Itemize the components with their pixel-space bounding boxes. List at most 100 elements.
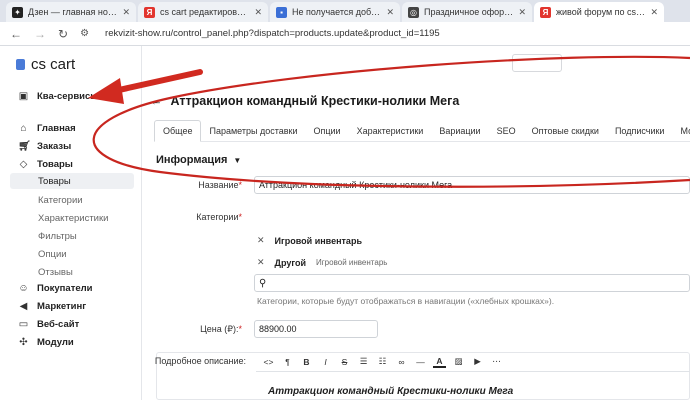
close-icon[interactable]: ✕ bbox=[650, 7, 658, 18]
image-icon[interactable]: ▨ bbox=[452, 355, 465, 368]
bold-icon[interactable]: B bbox=[300, 355, 313, 368]
price-input[interactable]: 88900.00 bbox=[254, 320, 378, 338]
bulleted-list-icon[interactable]: ☰ bbox=[357, 355, 370, 368]
required-mark: * bbox=[238, 324, 242, 334]
bookmark-icon: ▪ bbox=[276, 6, 287, 18]
tab-title: живой форум по cs cart — Ян bbox=[556, 7, 645, 17]
link-icon[interactable]: ∞ bbox=[395, 355, 408, 368]
tab-title: Не получается добавить вклад bbox=[292, 7, 381, 17]
sidebar-item-products[interactable]: ◇ Товары bbox=[10, 156, 134, 172]
description-label: Подробное описание: bbox=[154, 356, 246, 366]
horizontal-rule-icon[interactable]: — bbox=[414, 355, 427, 368]
category-path: Игровой инвентарь bbox=[316, 258, 388, 267]
browser-tab[interactable]: ▪ Не получается добавить вклад ✕ bbox=[270, 2, 400, 22]
remove-icon[interactable]: ✕ bbox=[257, 257, 265, 268]
storefront-switcher[interactable]: ▣ Ква-сервисы bbox=[10, 88, 134, 104]
sidebar-subitem-features[interactable]: Характеристики bbox=[10, 210, 134, 226]
section-title: Информация bbox=[156, 154, 228, 166]
paragraph-icon[interactable]: ¶ bbox=[281, 355, 294, 368]
monitor-icon: ▭ bbox=[18, 318, 29, 330]
sidebar-subitem-reviews[interactable]: Отзывы bbox=[10, 264, 134, 280]
required-mark: * bbox=[238, 212, 242, 222]
logo-mark-icon bbox=[16, 59, 25, 70]
category-item: ✕ Другой Игровой инвентарь bbox=[257, 257, 387, 268]
numbered-list-icon[interactable]: ☷ bbox=[376, 355, 389, 368]
browser-tab[interactable]: ✦ Дзен — главная новостная ин ✕ bbox=[6, 2, 136, 22]
close-icon[interactable]: ✕ bbox=[386, 7, 394, 18]
tab-general[interactable]: Общее bbox=[154, 119, 202, 142]
section-header[interactable]: Информация ▼ bbox=[156, 154, 241, 166]
tab-features[interactable]: Характеристики bbox=[349, 120, 432, 142]
forward-arrow-icon[interactable]: → bbox=[34, 27, 46, 41]
close-icon[interactable]: ✕ bbox=[518, 7, 526, 18]
code-view-icon[interactable]: <> bbox=[262, 355, 275, 368]
browser-tab[interactable]: ◎ Праздничное оформление гос ✕ bbox=[402, 2, 532, 22]
remove-icon[interactable]: ✕ bbox=[257, 235, 265, 246]
page-title: ← Аттракцион командный Крестики-нолики Ме… bbox=[150, 94, 459, 108]
back-arrow-icon[interactable]: ← bbox=[150, 94, 163, 108]
text-color-icon[interactable]: A bbox=[433, 355, 446, 368]
italic-icon[interactable]: I bbox=[319, 355, 332, 368]
sidebar-subitem-filters[interactable]: Фильтры bbox=[10, 228, 134, 244]
close-icon[interactable]: ✕ bbox=[122, 7, 130, 18]
url-field[interactable]: rekvizit-show.ru/control_panel.php?dispa… bbox=[105, 28, 440, 39]
sidebar-item-orders[interactable]: 🛒︎ Заказы bbox=[10, 138, 134, 154]
sidebar-item-label: Покупатели bbox=[37, 282, 93, 294]
cs-cart-logo[interactable]: cs cart bbox=[16, 56, 75, 73]
sidebar-item-label: Веб-сайт bbox=[37, 318, 80, 330]
sidebar-item-website[interactable]: ▭ Веб-сайт bbox=[10, 316, 134, 332]
sidebar-item-label: Заказы bbox=[37, 140, 72, 152]
tab-options[interactable]: Опции bbox=[306, 120, 349, 142]
tab-seo[interactable]: SEO bbox=[489, 120, 524, 142]
sidebar-item-marketing[interactable]: ◀ Маркетинг bbox=[10, 298, 134, 314]
tab-favicon-icon: ✦ bbox=[12, 6, 23, 18]
sidebar-item-label: Модули bbox=[37, 336, 74, 348]
sidebar-subitem-products[interactable]: Товары bbox=[10, 173, 134, 189]
tag-icon: ◇ bbox=[19, 158, 28, 170]
price-label-text: Цена (₽): bbox=[200, 324, 239, 334]
back-arrow-icon[interactable]: ← bbox=[10, 27, 22, 41]
required-mark: * bbox=[238, 180, 242, 190]
address-bar: ← → ↻ ⚙ rekvizit-show.ru/control_panel.p… bbox=[0, 22, 690, 46]
sidebar-item-label: Маркетинг bbox=[37, 300, 87, 312]
tab-subscribers[interactable]: Подписчики bbox=[607, 120, 673, 142]
video-icon[interactable]: ▶ bbox=[471, 355, 484, 368]
close-icon[interactable]: ✕ bbox=[254, 7, 262, 18]
more-icon[interactable]: ⋯ bbox=[490, 355, 503, 368]
browser-tab-active[interactable]: Яживой форум по cs cart — Ян ✕ bbox=[534, 2, 664, 22]
store-name: Ква-сервисы bbox=[37, 90, 99, 102]
name-input[interactable]: Аттракцион командный Крестики-нолики Мег… bbox=[254, 176, 690, 194]
search-icon: ⚲ bbox=[259, 277, 267, 289]
strikethrough-icon[interactable]: S bbox=[338, 355, 351, 368]
name-label-text: Название bbox=[198, 180, 239, 190]
tab-title: Праздничное оформление гос bbox=[424, 7, 513, 17]
tab-shipping[interactable]: Параметры доставки bbox=[201, 120, 305, 142]
sidebar-item-customers[interactable]: ☺ Покупатели bbox=[10, 280, 134, 296]
top-search-box[interactable] bbox=[512, 54, 562, 72]
browser-tab[interactable]: Яcs cart редактирование produ ✕ bbox=[138, 2, 268, 22]
price-label: Цена (₽):* bbox=[142, 324, 242, 335]
yandex-icon: Я bbox=[144, 6, 155, 18]
sidebar-item-home[interactable]: ⌂ Главная bbox=[10, 120, 134, 136]
reload-icon[interactable]: ↻ bbox=[58, 27, 68, 41]
sidebar-item-addons[interactable]: ✣ Модули bbox=[10, 334, 134, 350]
store-icon: ▣ bbox=[18, 90, 29, 102]
caret-down-icon: ▼ bbox=[233, 155, 242, 165]
site-settings-icon[interactable]: ⚙ bbox=[80, 28, 89, 39]
tab-wholesale[interactable]: Оптовые скидки bbox=[524, 120, 607, 142]
sidebar-item-label: Главная bbox=[37, 122, 76, 134]
tab-variations[interactable]: Вариации bbox=[431, 120, 488, 142]
page-title-text: Аттракцион командный Крестики-нолики Мег… bbox=[170, 94, 460, 108]
sidebar-subitem-options[interactable]: Опции bbox=[10, 246, 134, 262]
category-name: Игровой инвентарь bbox=[274, 235, 362, 246]
sidebar-item-label: Товары bbox=[37, 158, 73, 170]
description-text: Аттракцион командный Крестики-нолики Мег… bbox=[268, 386, 514, 397]
tab-title: cs cart редактирование produ bbox=[160, 7, 249, 17]
editor-toolbar: <> ¶ B I S ☰ ☷ ∞ — A ▨ ▶ ⋯ bbox=[256, 352, 690, 372]
category-search-input[interactable]: ⚲ bbox=[254, 274, 690, 292]
browser-tab-bar: ✦ Дзен — главная новостная ин ✕ Яcs cart р… bbox=[0, 0, 690, 22]
tab-addons[interactable]: Модули bbox=[672, 120, 690, 142]
sidebar-subitem-categories[interactable]: Категории bbox=[10, 192, 134, 208]
product-tabs: Общее Параметры доставки Опции Характери… bbox=[154, 119, 690, 142]
users-icon: ☺ bbox=[18, 282, 29, 294]
